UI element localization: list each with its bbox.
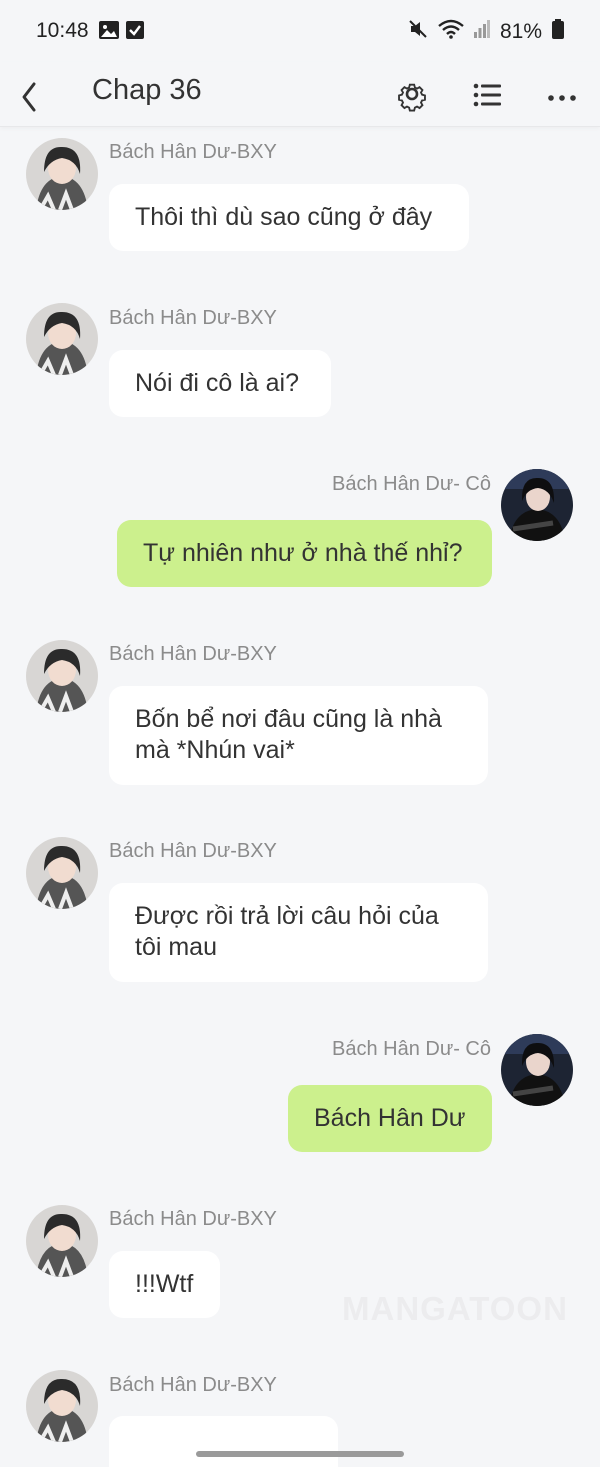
message-bubble[interactable]: Bách Hân Dư [288,1085,492,1152]
signal-icon [473,20,490,44]
mute-icon [408,19,428,45]
message-author: Bách Hân Dư-BXY [109,141,277,163]
message-bubble[interactable]: Nói đi cô là ai? [109,350,331,417]
battery-icon [552,19,564,45]
status-bar: 10:48 81% [0,0,600,62]
message-author: Bách Hân Dư-BXY [109,1208,277,1230]
settings-button[interactable] [390,72,434,116]
page-title: Chap 36 [92,74,202,106]
more-horizontal-icon [548,95,576,101]
gear-icon [398,83,426,112]
battery-percent: 81% [499,20,542,43]
message-bubble[interactable]: Bốn bể nơi đâu cũng là nhà mà *Nhún vai* [109,686,488,785]
message-author: Bách Hân Dư- Cô [331,1038,491,1060]
message-author: Bách Hân Dư-BXY [109,840,277,862]
message-bubble[interactable]: Thôi thì dù sao cũng ở đây [109,184,469,251]
back-arrow-icon [22,82,36,112]
avatar-co[interactable] [501,469,573,541]
message-bubble[interactable]: Được rồi trả lời câu hỏi của tôi mau [109,883,488,982]
avatar-bxy[interactable] [26,1370,98,1442]
avatar-co[interactable] [501,1034,573,1106]
chapter-list-button[interactable] [465,72,509,116]
avatar-bxy[interactable] [26,138,98,210]
more-options-button[interactable] [540,72,584,116]
watermark: MANGATOON [342,1290,568,1327]
message-author: Bách Hân Dư- Cô [331,473,491,495]
message-bubble[interactable] [109,1416,338,1467]
message-author: Bách Hân Dư-BXY [109,307,277,329]
wifi-icon [438,19,464,45]
status-right: 81% [408,19,564,45]
avatar-bxy[interactable] [26,1205,98,1277]
top-app-bar: Chap 36 [0,62,600,127]
status-time: 10:48 [36,19,89,42]
list-icon [473,83,501,107]
avatar-bxy[interactable] [26,303,98,375]
message-bubble[interactable]: !!!Wtf [109,1251,220,1318]
message-author: Bách Hân Dư-BXY [109,1374,277,1396]
avatar-bxy[interactable] [26,640,98,712]
message-author: Bách Hân Dư-BXY [109,643,277,665]
checkbox-notification-icon [126,21,144,44]
message-bubble[interactable]: Tự nhiên như ở nhà thế nhỉ? [117,520,492,587]
home-indicator[interactable] [196,1451,404,1457]
avatar-bxy[interactable] [26,837,98,909]
back-button[interactable] [14,72,54,116]
gallery-icon [99,21,119,44]
